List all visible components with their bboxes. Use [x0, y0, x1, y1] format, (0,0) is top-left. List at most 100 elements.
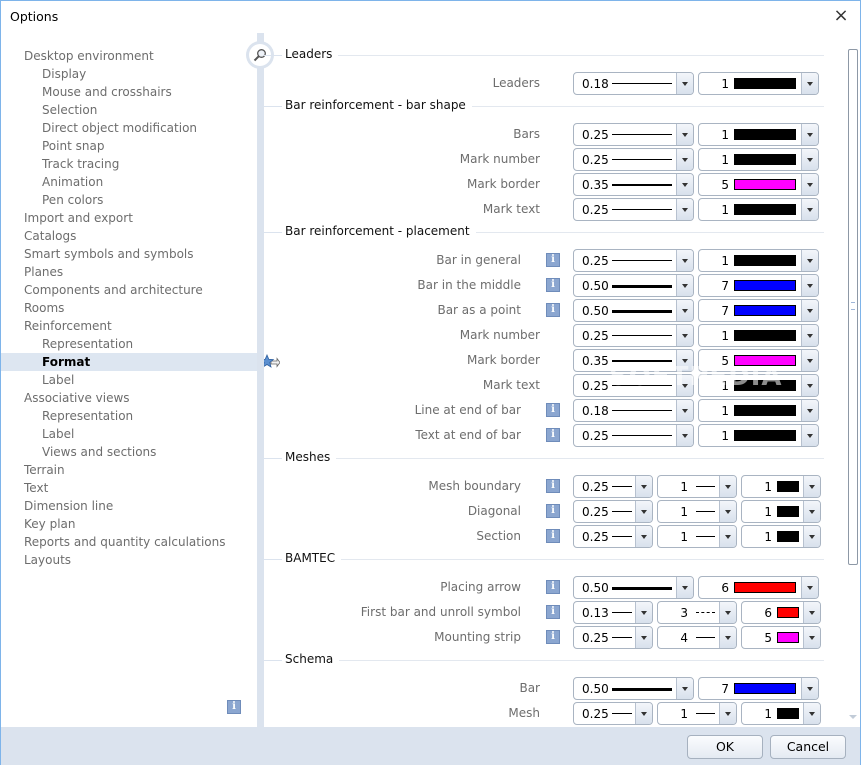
- chevron-down-icon[interactable]: [676, 350, 693, 371]
- pen-thickness-dropdown[interactable]: 0.35: [573, 349, 694, 372]
- pen-color-dropdown[interactable]: 1: [698, 123, 819, 146]
- tree-item[interactable]: Selection: [1, 101, 257, 119]
- chevron-down-icon[interactable]: [676, 275, 693, 296]
- info-icon[interactable]: i: [546, 253, 560, 267]
- info-icon[interactable]: i: [546, 580, 560, 594]
- pen-color-dropdown[interactable]: 1: [698, 374, 819, 397]
- tree-item[interactable]: Catalogs: [1, 227, 257, 245]
- tree-item[interactable]: Import and export: [1, 209, 257, 227]
- tree-item[interactable]: Track tracing: [1, 155, 257, 173]
- tree-item[interactable]: Representation: [1, 407, 257, 425]
- pen-thickness-dropdown[interactable]: 0.25: [573, 249, 694, 272]
- tree-item[interactable]: Format: [1, 353, 281, 371]
- pen-thickness-dropdown[interactable]: 0.25: [573, 148, 694, 171]
- pen-thickness-dropdown[interactable]: 0.50: [573, 576, 694, 599]
- chevron-down-icon[interactable]: [676, 199, 693, 220]
- chevron-down-icon[interactable]: [801, 73, 818, 94]
- tree-item[interactable]: Reports and quantity calculations: [1, 533, 257, 551]
- tree-item[interactable]: Text: [1, 479, 257, 497]
- tree-item[interactable]: Smart symbols and symbols: [1, 245, 257, 263]
- tree-item[interactable]: Key plan: [1, 515, 257, 533]
- pen-thickness-dropdown[interactable]: 0.18: [573, 399, 694, 422]
- chevron-down-icon[interactable]: [676, 678, 693, 699]
- chevron-down-icon[interactable]: [676, 425, 693, 446]
- line-type-dropdown[interactable]: 4: [657, 626, 737, 649]
- chevron-down-icon[interactable]: [801, 400, 818, 421]
- chevron-down-icon[interactable]: [803, 501, 820, 522]
- chevron-down-icon[interactable]: [801, 678, 818, 699]
- tree-item[interactable]: Terrain: [1, 461, 257, 479]
- tree-item[interactable]: Dimension line: [1, 497, 257, 515]
- chevron-down-icon[interactable]: [801, 300, 818, 321]
- tree-item[interactable]: Layouts: [1, 551, 257, 569]
- chevron-down-icon[interactable]: [635, 526, 652, 547]
- chevron-down-icon[interactable]: [676, 250, 693, 271]
- tree-item[interactable]: Planes: [1, 263, 257, 281]
- pen-thickness-dropdown[interactable]: 0.50: [573, 274, 694, 297]
- pen-color-dropdown[interactable]: 1: [741, 525, 821, 548]
- chevron-down-icon[interactable]: [801, 275, 818, 296]
- tree-item[interactable]: Direct object modification: [1, 119, 257, 137]
- chevron-down-icon[interactable]: [801, 325, 818, 346]
- pen-color-dropdown[interactable]: 1: [698, 148, 819, 171]
- pen-thickness-dropdown[interactable]: 0.25: [573, 198, 694, 221]
- chevron-down-icon[interactable]: [635, 602, 652, 623]
- chevron-down-icon[interactable]: [676, 174, 693, 195]
- tree-item[interactable]: Reinforcement: [1, 317, 257, 335]
- pen-thickness-dropdown[interactable]: 0.25: [573, 626, 653, 649]
- chevron-down-icon[interactable]: [803, 703, 820, 724]
- info-icon[interactable]: i: [546, 605, 560, 619]
- cancel-button[interactable]: Cancel: [770, 735, 846, 759]
- pen-color-dropdown[interactable]: 5: [698, 349, 819, 372]
- info-icon[interactable]: i: [546, 428, 560, 442]
- chevron-down-icon[interactable]: [801, 250, 818, 271]
- tree-item[interactable]: Views and sections: [1, 443, 257, 461]
- scroll-down-arrow-icon[interactable]: [849, 715, 857, 719]
- chevron-down-icon[interactable]: [635, 627, 652, 648]
- pen-color-dropdown[interactable]: 1: [741, 475, 821, 498]
- chevron-down-icon[interactable]: [719, 476, 736, 497]
- pen-color-dropdown[interactable]: 7: [698, 677, 819, 700]
- line-type-dropdown[interactable]: 1: [657, 525, 737, 548]
- chevron-down-icon[interactable]: [803, 602, 820, 623]
- pen-color-dropdown[interactable]: 6: [698, 576, 819, 599]
- tree-item[interactable]: Label: [1, 425, 257, 443]
- pen-thickness-dropdown[interactable]: 0.25: [573, 702, 653, 725]
- chevron-down-icon[interactable]: [801, 350, 818, 371]
- close-icon[interactable]: ×: [830, 5, 852, 27]
- chevron-down-icon[interactable]: [719, 627, 736, 648]
- tree-item[interactable]: Associative views: [1, 389, 257, 407]
- vertical-scrollbar[interactable]: [846, 45, 860, 727]
- ok-button[interactable]: OK: [687, 735, 763, 759]
- info-icon[interactable]: i: [546, 479, 560, 493]
- pen-color-dropdown[interactable]: 1: [698, 249, 819, 272]
- chevron-down-icon[interactable]: [676, 375, 693, 396]
- pen-thickness-dropdown[interactable]: 0.25: [573, 324, 694, 347]
- chevron-down-icon[interactable]: [676, 577, 693, 598]
- tree-item[interactable]: Point snap: [1, 137, 257, 155]
- pen-thickness-dropdown[interactable]: 0.25: [573, 374, 694, 397]
- info-icon[interactable]: i: [227, 700, 241, 714]
- chevron-down-icon[interactable]: [676, 325, 693, 346]
- chevron-down-icon[interactable]: [803, 476, 820, 497]
- pen-color-dropdown[interactable]: 1: [698, 424, 819, 447]
- info-icon[interactable]: i: [546, 403, 560, 417]
- pen-color-dropdown[interactable]: 1: [741, 500, 821, 523]
- chevron-down-icon[interactable]: [801, 124, 818, 145]
- pen-color-dropdown[interactable]: 6: [741, 601, 821, 624]
- chevron-down-icon[interactable]: [719, 501, 736, 522]
- info-icon[interactable]: i: [546, 278, 560, 292]
- chevron-down-icon[interactable]: [676, 124, 693, 145]
- chevron-down-icon[interactable]: [719, 602, 736, 623]
- tree-item[interactable]: Desktop environment: [1, 47, 257, 65]
- pen-thickness-dropdown[interactable]: 0.13: [573, 601, 653, 624]
- tree-item[interactable]: Animation: [1, 173, 257, 191]
- info-icon[interactable]: i: [546, 504, 560, 518]
- chevron-down-icon[interactable]: [676, 300, 693, 321]
- chevron-down-icon[interactable]: [676, 149, 693, 170]
- tree-item[interactable]: Rooms: [1, 299, 257, 317]
- pen-thickness-dropdown[interactable]: 0.25: [573, 525, 653, 548]
- pen-color-dropdown[interactable]: 5: [698, 173, 819, 196]
- chevron-down-icon[interactable]: [635, 501, 652, 522]
- pen-color-dropdown[interactable]: 1: [698, 72, 819, 95]
